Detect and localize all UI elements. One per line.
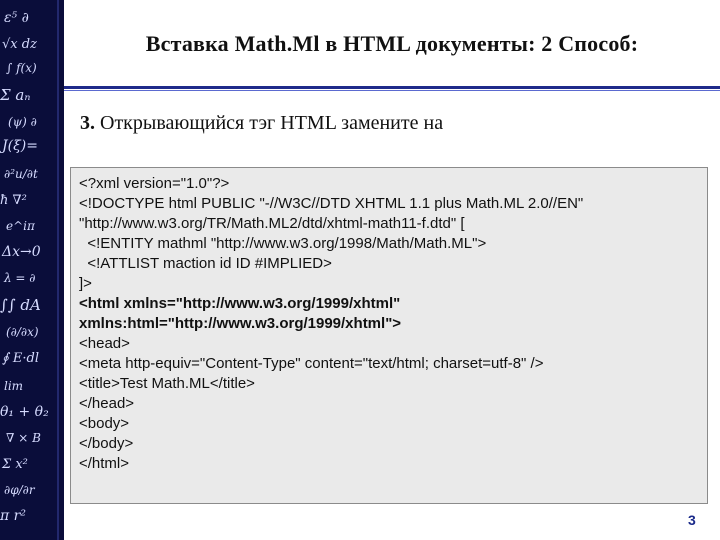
svg-text:Σ x²: Σ x² [1, 457, 28, 472]
title-divider [64, 86, 720, 89]
svg-text:∮ E·dl: ∮ E·dl [2, 351, 39, 366]
math-scribbles-graphic: ε⁵ ∂ √x dz ∫ f(x) Σ aₙ (ψ) ∂ J(ξ)= ∂²u/∂… [0, 0, 59, 540]
code-line: <html xmlns="http://www.w3.org/1999/xhtm… [79, 295, 401, 312]
code-line: <!DOCTYPE html PUBLIC "-//W3C//DTD XHTML… [79, 195, 584, 212]
svg-text:∇ × B: ∇ × B [6, 431, 41, 445]
code-block: <?xml version="1.0"?> <!DOCTYPE html PUBL… [70, 167, 708, 504]
svg-text:∂φ/∂r: ∂φ/∂r [4, 483, 36, 497]
svg-text:Σ aₙ: Σ aₙ [0, 86, 30, 104]
svg-text:θ₁ + θ₂: θ₁ + θ₂ [0, 404, 49, 420]
code-line: <meta http-equiv="Content-Type" content=… [79, 355, 544, 372]
code-line: <?xml version="1.0"?> [79, 175, 230, 192]
svg-text:lim: lim [4, 379, 23, 393]
title-divider-thin [64, 90, 720, 91]
code-line: "http://www.w3.org/TR/Math.ML2/dtd/xhtml… [79, 215, 465, 232]
slide-title-banner: Вставка Math.Ml в HTML документы: 2 Спос… [72, 6, 712, 82]
code-line: xmlns:html="http://www.w3.org/1999/xhtml… [79, 315, 402, 332]
svg-text:∂²u/∂t: ∂²u/∂t [4, 167, 38, 181]
page-number: 3 [688, 512, 696, 528]
code-line: <head> [79, 335, 130, 352]
svg-text:J(ξ)=: J(ξ)= [0, 138, 38, 154]
code-line: </head> [79, 395, 135, 412]
slide-title: Вставка Math.Ml в HTML документы: 2 Спос… [145, 31, 639, 56]
svg-text:e^iπ: e^iπ [6, 219, 36, 233]
svg-text:λ = ∂: λ = ∂ [3, 271, 36, 285]
svg-text:(∂/∂x): (∂/∂x) [6, 325, 39, 339]
code-line: </html> [79, 455, 130, 472]
svg-text:ε⁵ ∂: ε⁵ ∂ [4, 10, 29, 26]
svg-text:∫ f(x): ∫ f(x) [6, 61, 37, 75]
code-line: <title>Test Math.ML</title> [79, 375, 255, 392]
code-line: ]> [79, 275, 92, 292]
slide-subtitle: 3. Открывающийся тэг HTML замените на [80, 112, 443, 135]
code-line: <!ENTITY mathml "http://www.w3.org/1998/… [79, 235, 487, 252]
svg-text:ħ ∇²: ħ ∇² [0, 193, 27, 208]
code-line: <body> [79, 415, 130, 432]
step-number: 3. [80, 112, 95, 134]
svg-text:(ψ) ∂: (ψ) ∂ [8, 115, 37, 129]
svg-text:√x dz: √x dz [2, 37, 37, 52]
step-text: Открывающийся тэг HTML замените на [95, 112, 444, 134]
svg-text:∫∫ dA: ∫∫ dA [0, 296, 41, 314]
svg-text:Δx→0: Δx→0 [1, 244, 41, 260]
code-line: <!ATTLIST maction id ID #IMPLIED> [79, 255, 332, 272]
svg-text:π r²: π r² [0, 508, 26, 524]
code-line: </body> [79, 435, 134, 452]
decorative-math-strip: ε⁵ ∂ √x dz ∫ f(x) Σ aₙ (ψ) ∂ J(ξ)= ∂²u/∂… [0, 0, 64, 540]
